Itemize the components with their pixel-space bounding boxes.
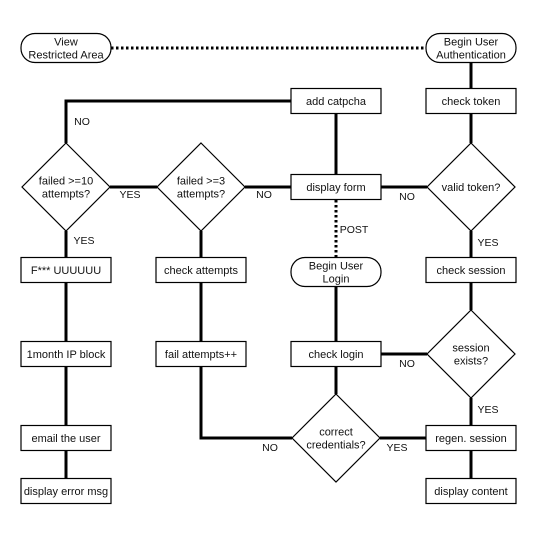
node-add-captcha: add catpcha — [290, 87, 382, 115]
node-display-error: display error msg — [20, 477, 112, 505]
node-label: 1month IP block — [27, 349, 106, 361]
node-label: Authentication — [436, 49, 506, 61]
node-session-exists: sessionexists? — [426, 309, 516, 399]
node-failed10: failed >=10attempts? — [21, 142, 111, 232]
node-check-session: check session — [425, 256, 517, 284]
node-label: regen. session — [435, 433, 507, 445]
node-view-restricted: ViewRestricted Area — [20, 32, 112, 64]
edge-failed10-to-add_captcha: NO — [64, 99, 291, 143]
node-label: check token — [442, 96, 501, 108]
node-begin-login: Begin UserLogin — [290, 256, 382, 288]
node-regen-session: regen. session — [425, 424, 517, 452]
edge-correct_creds-to-regen_session: YES — [380, 436, 426, 454]
node-label: attempts? — [177, 188, 225, 200]
node-label: display content — [434, 486, 507, 498]
node-label: correct — [319, 426, 353, 438]
edge-label-no: NO — [74, 116, 90, 128]
node-label: display form — [306, 182, 365, 194]
node-check-attempts: check attempts — [155, 256, 247, 284]
node-display-form: display form — [290, 173, 382, 201]
node-valid-token: valid token? — [426, 142, 516, 232]
node-label: valid token? — [442, 182, 501, 194]
edge-label-no: NO — [262, 442, 278, 454]
node-label: check attempts — [164, 265, 238, 277]
flowchart: NO YES NO YES POST YES NO NO YES NO YES ViewRestric… — [20, 32, 517, 505]
edge-failed3-to-display_form: NO — [245, 185, 291, 201]
edge-label-no: NO — [256, 189, 272, 201]
node-check-token: check token — [425, 87, 517, 115]
edge-label-no: NO — [399, 191, 415, 203]
edge-label-yes: YES — [73, 235, 94, 247]
node-failed3: failed >=3attempts? — [156, 142, 246, 232]
node-label: Login — [323, 273, 350, 285]
edge-label-post: POST — [340, 224, 369, 236]
node-label: View — [54, 36, 78, 48]
node-label: Begin User — [444, 36, 499, 48]
edge-label-yes: YES — [386, 442, 407, 454]
node-label: failed >=10 — [39, 175, 93, 187]
edge-label-yes: YES — [477, 404, 498, 416]
node-label: credentials? — [306, 439, 365, 451]
node-email-user: email the user — [20, 424, 112, 452]
node-check-login: check login — [290, 340, 382, 368]
edge-failed10-to-fuuu: YES — [64, 231, 95, 258]
node-label: failed >=3 — [177, 175, 225, 187]
node-label: display error msg — [24, 486, 108, 498]
node-label: fail attempts++ — [165, 349, 237, 361]
node-label: F*** UUUUUU — [31, 265, 101, 277]
edge-valid_token-to-display_form: NO — [381, 185, 427, 203]
node-correct-creds: correctcredentials? — [291, 393, 381, 483]
edge-label-yes: YES — [477, 237, 498, 249]
node-label: Restricted Area — [28, 49, 104, 61]
edge-valid_token-to-check_session: YES — [469, 231, 499, 258]
edge-session_exists-to-regen_session: YES — [469, 398, 499, 426]
node-label: attempts? — [42, 188, 90, 200]
node-begin-auth: Begin UserAuthentication — [425, 32, 517, 64]
edge-label-no: NO — [399, 358, 415, 370]
node-label: add catpcha — [306, 96, 367, 108]
node-fuuu: F*** UUUUUU — [20, 256, 112, 284]
node-label: email the user — [31, 433, 100, 445]
node-fail-attempts: fail attempts++ — [155, 340, 247, 368]
edge-label-yes: YES — [119, 189, 140, 201]
node-label: check session — [436, 265, 505, 277]
node-label: check login — [308, 349, 363, 361]
node-display-content: display content — [425, 477, 517, 505]
connector-line — [64, 99, 291, 143]
node-label: Begin User — [309, 260, 364, 272]
node-ip-block: 1month IP block — [20, 340, 112, 368]
node-label: session — [452, 342, 489, 354]
edge-correct_creds-to-fail_attempts: NO — [199, 367, 292, 454]
edge-display_form-to-begin_login: POST — [334, 200, 369, 258]
edge-session_exists-to-check_login: NO — [381, 352, 427, 370]
edge-failed3-to-failed10: YES — [110, 185, 157, 201]
connector-line — [199, 367, 292, 440]
node-label: exists? — [454, 355, 488, 367]
